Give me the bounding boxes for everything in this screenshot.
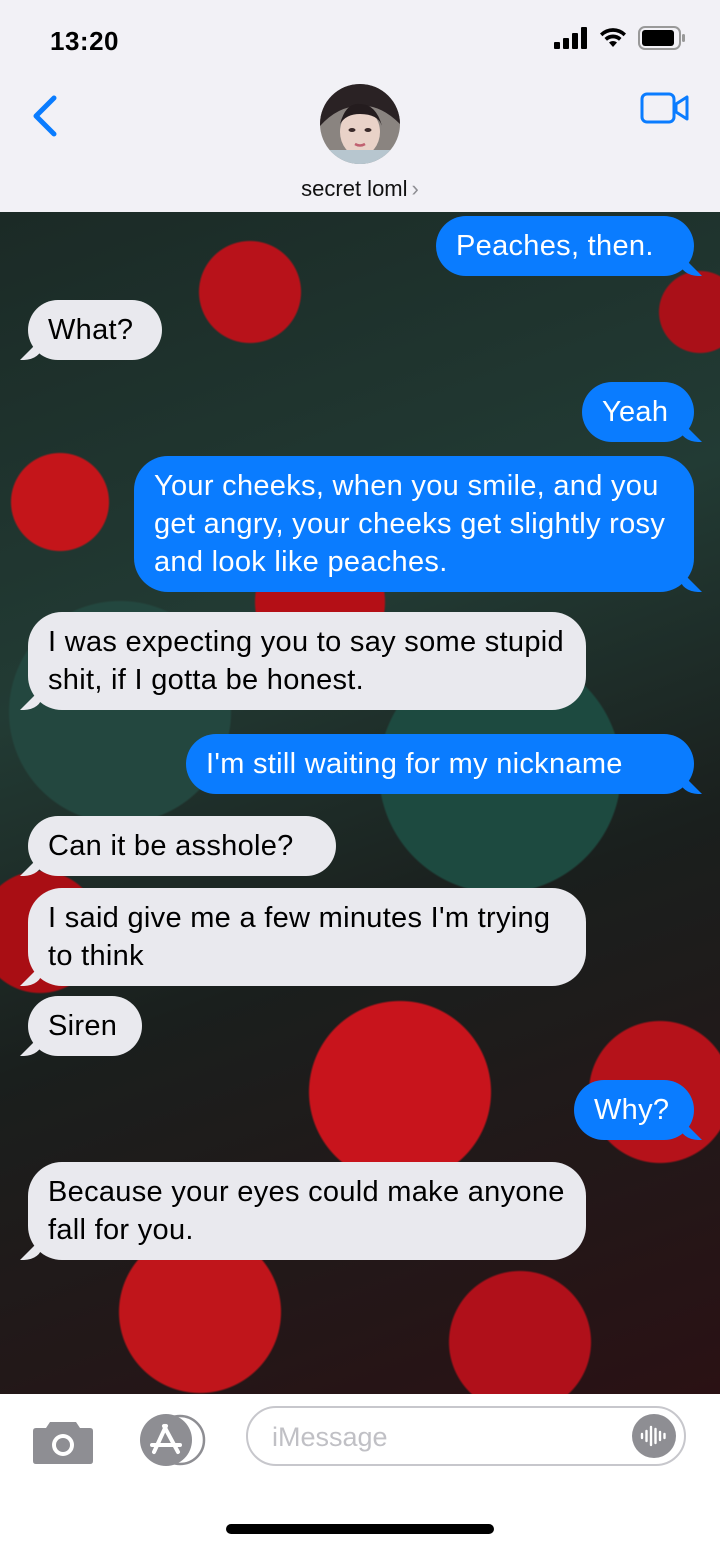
message-list[interactable]: Peaches, then. What? Yeah Your cheeks, w… [0, 212, 720, 1394]
contact-name-row[interactable]: secret loml › [0, 176, 720, 202]
status-time: 13:20 [50, 26, 119, 56]
status-bar: 13:20 [0, 0, 720, 80]
message-bubble-outgoing[interactable]: I'm still waiting for my nickname [186, 734, 694, 794]
message-bubble-outgoing[interactable]: Yeah [582, 382, 694, 442]
contact-name: secret loml [301, 176, 408, 201]
message-bubble-outgoing[interactable]: Your cheeks, when you smile, and you get… [134, 456, 694, 592]
message-bubble-incoming[interactable]: Siren [28, 996, 142, 1056]
home-indicator [226, 1524, 494, 1534]
chevron-left-icon [33, 95, 57, 137]
audio-message-button[interactable] [632, 1414, 676, 1458]
signal-icon [554, 27, 587, 49]
conversation-header: secret loml › [0, 80, 720, 213]
message-bubble-incoming[interactable]: Because your eyes could make anyone fall… [28, 1162, 586, 1260]
avatar[interactable] [320, 84, 400, 164]
back-button[interactable] [28, 94, 68, 138]
battery-icon [638, 26, 685, 50]
video-call-button[interactable] [640, 90, 690, 131]
message-bubble-outgoing[interactable]: Peaches, then. [436, 216, 694, 276]
camera-icon [33, 1422, 93, 1464]
message-bubble-outgoing[interactable]: Why? [574, 1080, 694, 1140]
audio-waveform-icon [640, 1425, 666, 1447]
status-icons [554, 26, 686, 50]
composer-bar: iMessage [0, 1394, 720, 1552]
video-camera-icon [640, 92, 689, 124]
message-bubble-incoming[interactable]: What? [28, 300, 162, 360]
message-input-placeholder: iMessage [272, 1422, 388, 1452]
wifi-icon [600, 28, 626, 47]
message-bubble-incoming[interactable]: I said give me a few minutes I'm trying … [28, 888, 586, 986]
message-input[interactable]: iMessage [246, 1406, 686, 1466]
app-store-icon [140, 1414, 206, 1466]
apps-button[interactable] [134, 1412, 210, 1473]
camera-button[interactable] [32, 1416, 94, 1469]
message-bubble-incoming[interactable]: I was expecting you to say some stupid s… [28, 612, 586, 710]
contact-chevron-icon: › [411, 176, 419, 201]
message-bubble-incoming[interactable]: Can it be asshole? [28, 816, 336, 876]
